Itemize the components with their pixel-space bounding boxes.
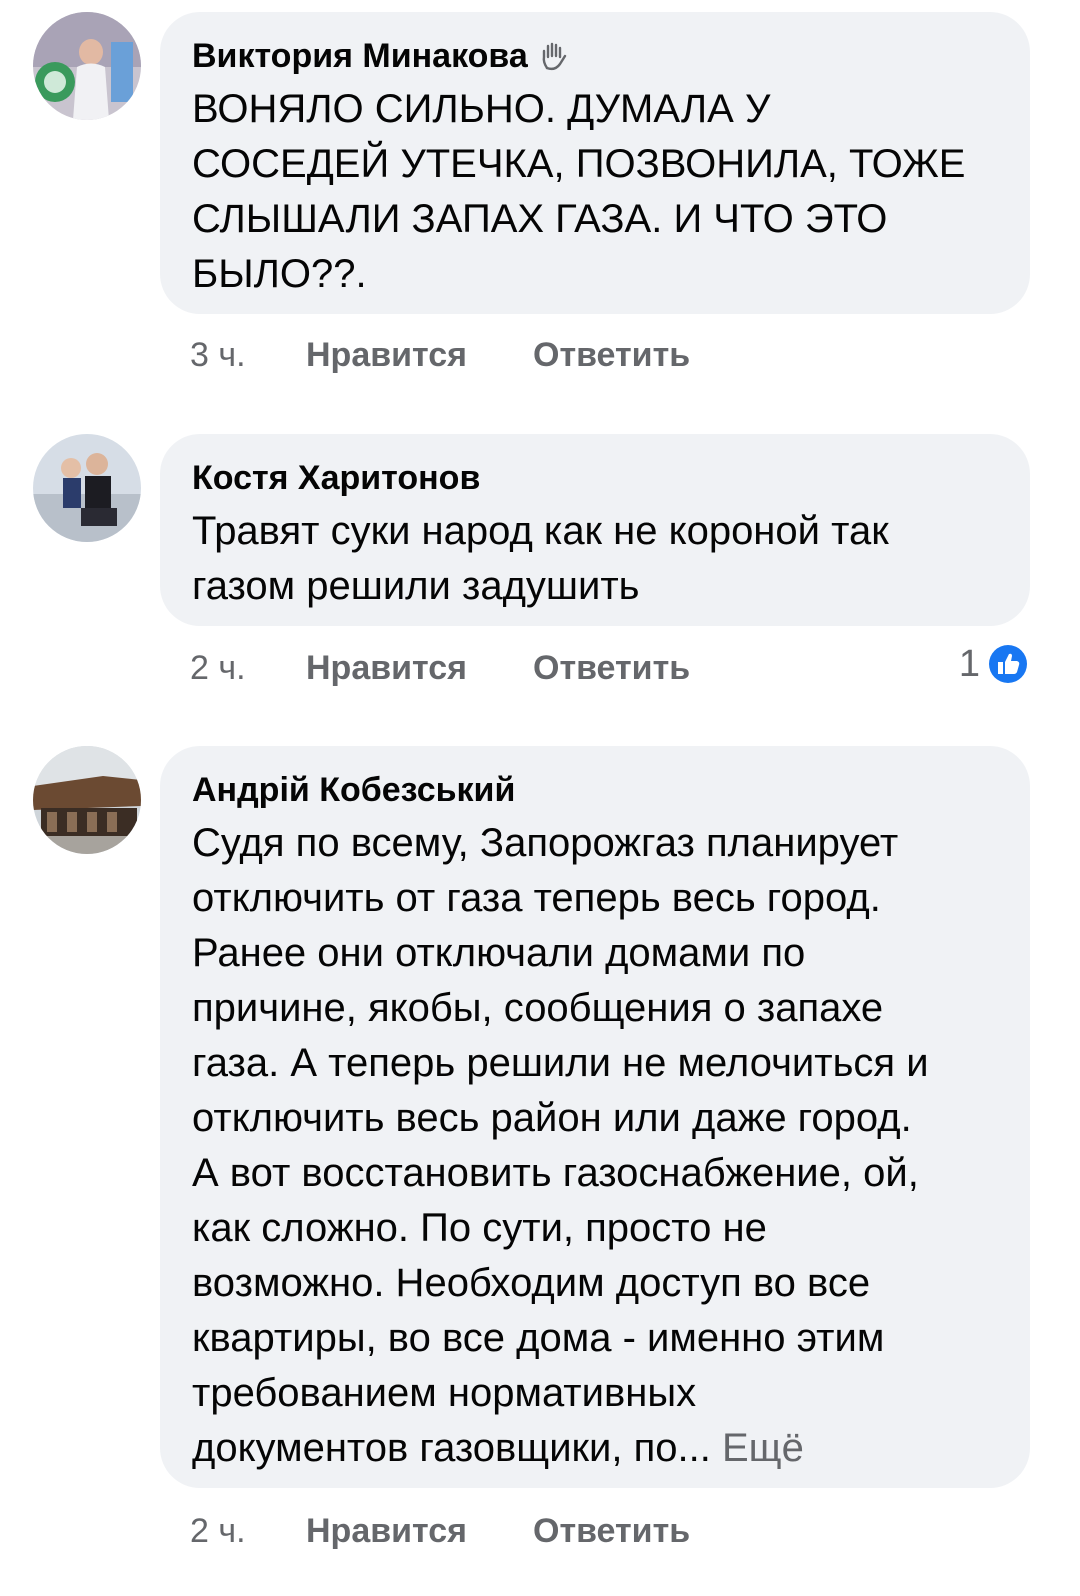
comment-text-line: А вот восстановить газоснабжение, ой, — [192, 1151, 919, 1195]
comment-actions: 3 ч. Нравится Ответить — [190, 330, 1030, 380]
comment-text-line: БЫЛО??. — [192, 252, 367, 296]
comment-text-line: газа. А теперь решили не мелочиться и — [192, 1041, 929, 1085]
comment-text-line: отключить от газа теперь весь город. — [192, 876, 881, 920]
comment-author[interactable]: Костя Харитонов — [192, 456, 480, 500]
comment-author[interactable]: Виктория Минакова — [192, 34, 528, 78]
comment-actions: 2 ч. Нравится Ответить 1 — [190, 643, 1030, 693]
comment-time[interactable]: 3 ч. — [190, 330, 246, 380]
reaction-count: 1 — [958, 643, 980, 685]
comment-text-line: квартиры, во все дома - именно этим — [192, 1316, 885, 1360]
comment-text-last-line: документов газовщики, по... — [192, 1426, 711, 1470]
like-button[interactable]: Нравится — [306, 643, 467, 693]
comment-text: ВОНЯЛО СИЛЬНО. ДУМАЛА У СОСЕДЕЙ УТЕЧКА, … — [192, 82, 998, 302]
comment-text-line: газом решили задушить — [192, 564, 640, 608]
avatar-image — [33, 434, 141, 542]
comment-author-row: Костя Харитонов — [192, 456, 998, 500]
comment-time[interactable]: 2 ч. — [190, 643, 246, 693]
see-more-link[interactable]: Ещё — [722, 1426, 804, 1470]
comment-text-line: Травят суки народ как не короной так — [192, 509, 889, 553]
reply-button[interactable]: Ответить — [533, 1506, 690, 1556]
comment-text-line: СОСЕДЕЙ УТЕЧКА, ПОЗВОНИЛА, ТОЖЕ — [192, 142, 966, 186]
comment-text-line: как сложно. По сути, просто не — [192, 1206, 767, 1250]
avatar[interactable] — [33, 12, 141, 120]
avatar[interactable] — [33, 746, 141, 854]
comment-text-line: ВОНЯЛО СИЛЬНО. ДУМАЛА У — [192, 87, 771, 131]
thumbs-up-icon — [987, 643, 1029, 685]
comment-actions: 2 ч. Нравится Ответить — [190, 1506, 1030, 1556]
avatar[interactable] — [33, 434, 141, 542]
comment-text-line: возможно. Необходим доступ во все — [192, 1261, 871, 1305]
comment-author[interactable]: Андрій Кобезський — [192, 768, 515, 812]
like-button[interactable]: Нравится — [306, 330, 467, 380]
waving-hand-icon — [542, 42, 566, 71]
comment-bubble: Андрій Кобезський Судя по всему, Запорож… — [160, 746, 1030, 1488]
comment-author-row: Виктория Минакова — [192, 34, 998, 78]
comment-text-line: отключить весь район или даже город. — [192, 1096, 912, 1140]
comment-text-line: причине, якобы, сообщения о запахе — [192, 986, 884, 1030]
reaction-summary[interactable]: 1 — [959, 639, 1030, 689]
comment-bubble: Виктория Минакова ВОНЯЛО СИЛЬНО. ДУМАЛА … — [160, 12, 1030, 314]
comment-text-line: Судя по всему, Запорожгаз планирует — [192, 821, 899, 865]
comment-author-row: Андрій Кобезський — [192, 768, 998, 812]
reply-button[interactable]: Ответить — [533, 643, 690, 693]
avatar-image — [33, 12, 141, 120]
comment-text-line: документов газовщики, по... Ещё — [192, 1421, 998, 1476]
comment-text-line: Ранее они отключали домами по — [192, 931, 806, 975]
comment-text: Судя по всему, Запорожгаз планирует откл… — [192, 816, 998, 1476]
comment-text-line: СЛЫШАЛИ ЗАПАХ ГАЗА. И ЧТО ЭТО — [192, 197, 888, 241]
comment-text-line: требованием нормативных — [192, 1371, 697, 1415]
like-button[interactable]: Нравится — [306, 1506, 467, 1556]
reply-button[interactable]: Ответить — [533, 330, 690, 380]
comment-time[interactable]: 2 ч. — [190, 1506, 246, 1556]
avatar-image — [33, 746, 141, 854]
comment-text: Травят суки народ как не короной так газ… — [192, 504, 998, 614]
comment-bubble: Костя Харитонов Травят суки народ как не… — [160, 434, 1030, 626]
